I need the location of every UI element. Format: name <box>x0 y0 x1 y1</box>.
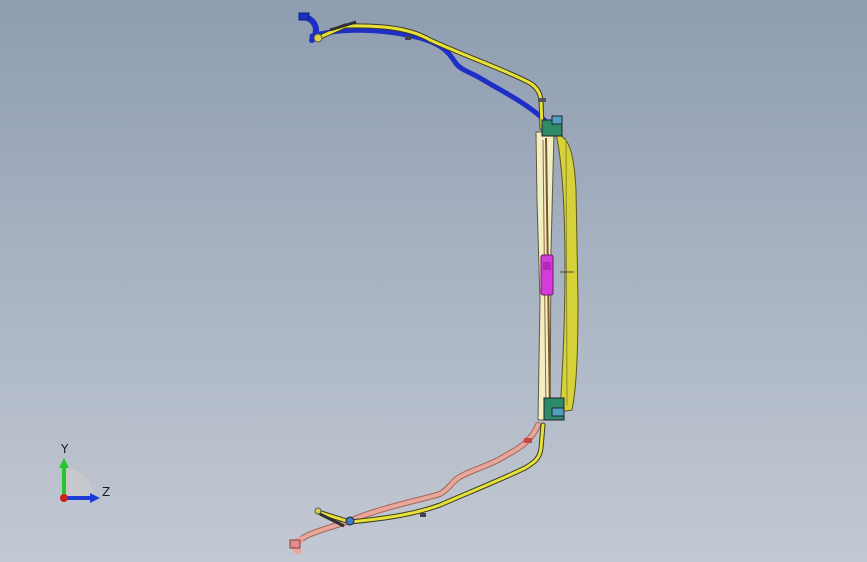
z-axis-arrow <box>90 493 100 503</box>
cad-model[interactable] <box>0 0 867 562</box>
lower-hose[interactable] <box>289 422 541 555</box>
y-axis-arrow <box>59 458 69 468</box>
radiator-tank[interactable] <box>555 133 579 413</box>
y-axis-label: Y <box>61 442 69 456</box>
z-axis-label: Z <box>102 485 111 499</box>
triad-origin <box>60 494 68 502</box>
lower-harness[interactable] <box>314 422 546 528</box>
lower-bracket <box>543 397 565 421</box>
connector[interactable] <box>540 254 554 296</box>
view-triad: Y Z <box>40 438 130 518</box>
triad-graphic <box>59 458 100 503</box>
upper-harness[interactable] <box>313 20 545 131</box>
graphics-viewport[interactable]: Y Z <box>0 0 867 562</box>
triad-plane <box>64 468 94 498</box>
